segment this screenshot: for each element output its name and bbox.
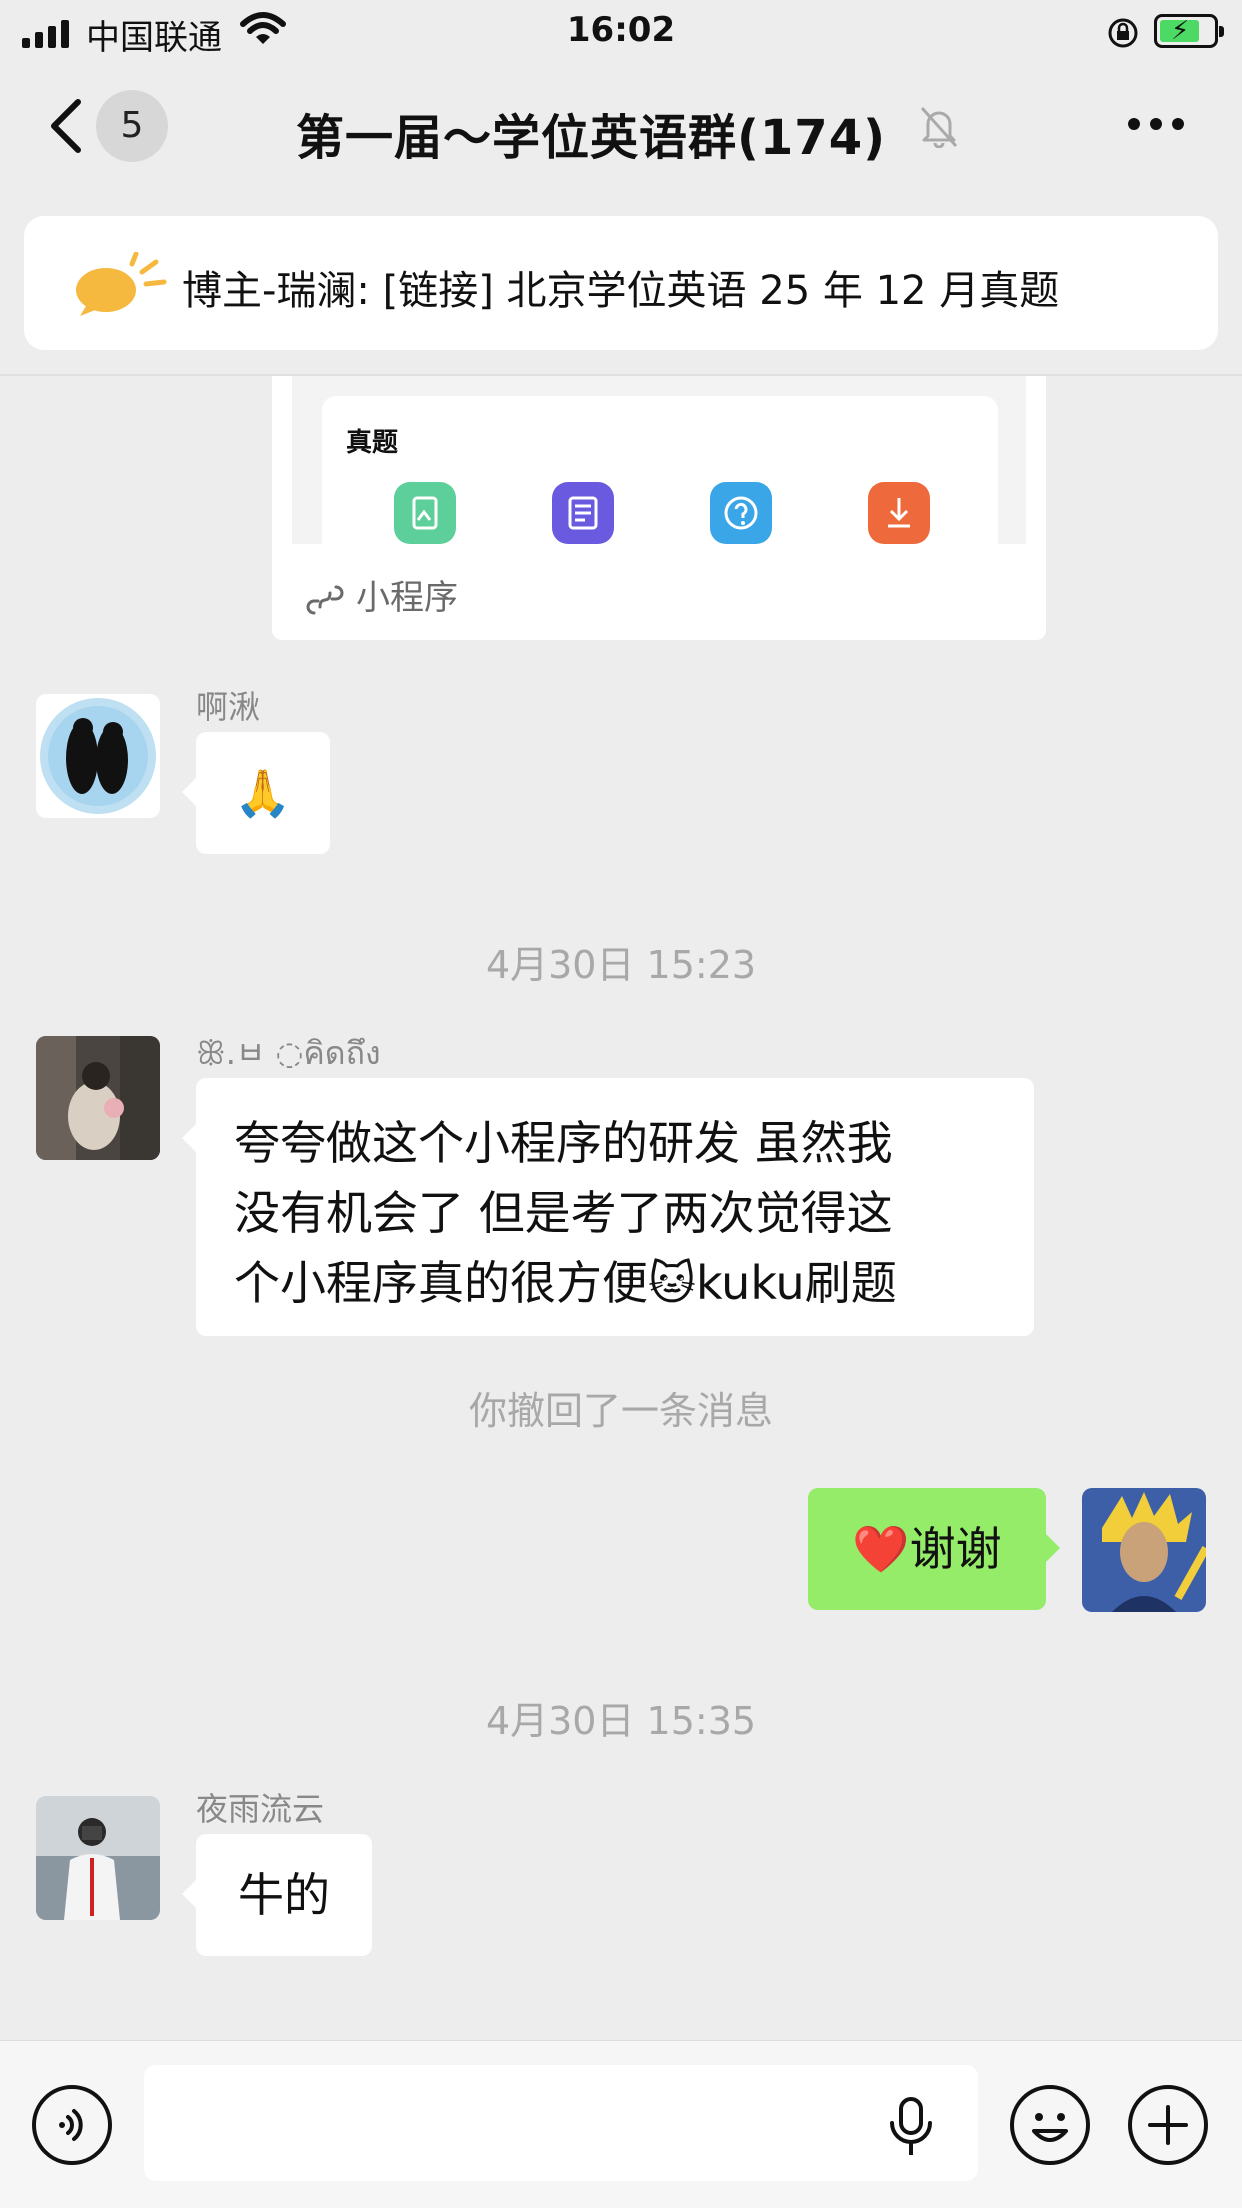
my-avatar[interactable] [1082, 1488, 1206, 1612]
chat-title[interactable]: 第一届～学位英语群(174) [0, 98, 1242, 168]
mini-program-inner-panel: 真题 [322, 396, 998, 544]
sender-name: 夜雨流云 [196, 1790, 325, 1828]
battery-icon: ⚡ [1154, 14, 1224, 48]
emoji-icon[interactable] [1010, 2085, 1090, 2165]
sender-name: ꕥ.ㅂ ◌ค‌ิดถึง [196, 1034, 381, 1072]
help-icon [710, 482, 772, 544]
mini-program-preview: 真题 [292, 376, 1026, 544]
list-icon [552, 482, 614, 544]
avatar-user-1[interactable] [36, 694, 160, 818]
my-message-bubble[interactable]: ❤️谢谢 [808, 1488, 1060, 1610]
voice-mode-icon[interactable] [32, 2085, 112, 2165]
status-bar: 中国联通 16:02 ⚡ [0, 0, 1242, 64]
message-line: 个小程序真的很方便🐱kuku刷题 [234, 1256, 897, 1310]
plus-icon[interactable] [1128, 2085, 1208, 2165]
message-text: ❤️谢谢 [852, 1522, 1002, 1576]
message-line: 夸夸做这个小程序的研发 虽然我 [234, 1116, 893, 1170]
message-bubble[interactable]: 牛的 [182, 1834, 372, 1956]
pinned-text: 博主-瑞澜: [链接] 北京学位英语 25 年 12 月真题 [182, 268, 1060, 314]
message-bubble[interactable]: 🙏 [182, 732, 330, 854]
mini-program-link-icon [306, 585, 344, 614]
sender-name: 啊湫 [196, 688, 261, 726]
mini-program-footer: 小程序 [306, 570, 458, 619]
timestamp-separator: 4月30日 15:23 [485, 943, 757, 987]
pinned-announcement[interactable]: 博主-瑞澜: [链接] 北京学位英语 25 年 12 月真题 [24, 216, 1218, 350]
more-options-button[interactable] [1128, 118, 1184, 130]
message-line: 没有机会了 但是考了两次觉得这 [234, 1186, 893, 1240]
message-text: 牛的 [238, 1868, 330, 1922]
bell-muted-icon [920, 106, 958, 148]
avatar-user-3[interactable] [36, 1796, 160, 1920]
message-input[interactable] [144, 2065, 978, 2181]
chat-header: 5 第一届～学位英语群(174) [0, 64, 1242, 188]
recall-notice: 你撤回了一条消息 [468, 1389, 773, 1433]
mini-program-label: 小程序 [356, 578, 458, 618]
rotation-lock-icon [1108, 18, 1138, 48]
input-bar [0, 2040, 1242, 2208]
download-icon [868, 482, 930, 544]
timestamp-separator: 4月30日 15:35 [485, 1699, 757, 1743]
avatar-user-2[interactable] [36, 1036, 160, 1160]
message-text: 🙏 [234, 766, 292, 820]
announcement-bubble-icon [76, 252, 167, 316]
microphone-icon[interactable] [886, 2097, 936, 2157]
mini-program-section-title: 真题 [346, 428, 399, 458]
clock: 16:02 [566, 10, 676, 50]
document-icon [394, 482, 456, 544]
mini-program-card[interactable]: 真题 小程序 [272, 376, 1046, 640]
message-bubble[interactable]: 夸夸做这个小程序的研发 虽然我 没有机会了 但是考了两次觉得这 个小程序真的很方… [182, 1078, 1034, 1336]
